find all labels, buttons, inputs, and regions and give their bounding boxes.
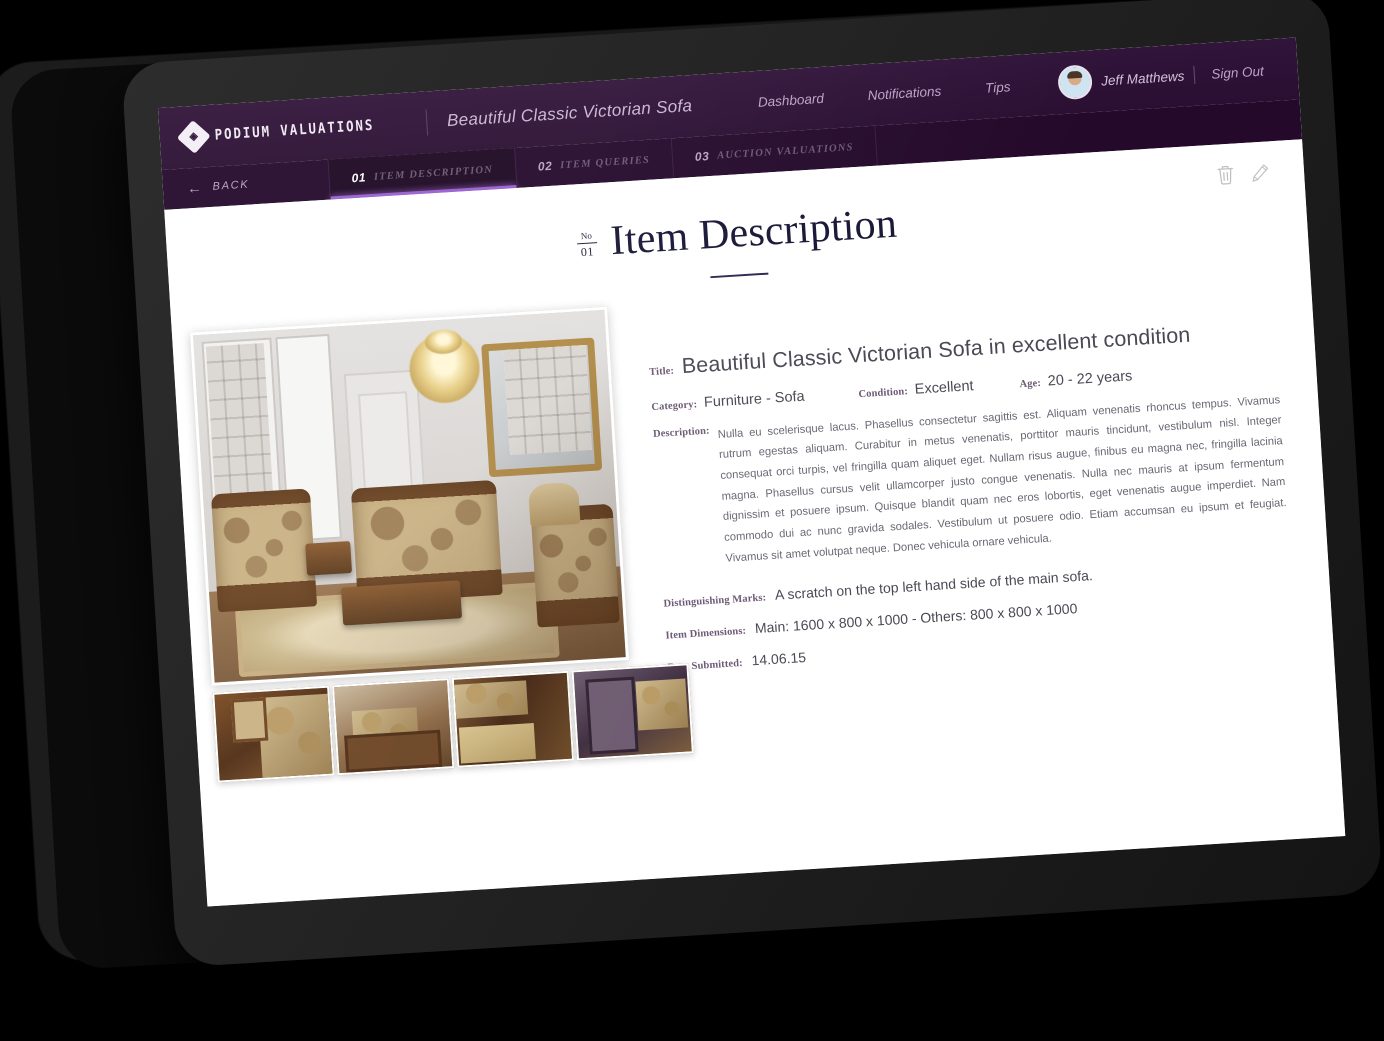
thumbnail-2[interactable] [331,677,455,775]
hero-scene [193,309,626,683]
page-number-badge: No 01 [576,227,598,260]
item-details: Title: Beautiful Classic Victorian Sofa … [619,263,1338,756]
field-dimensions-value: Main: 1600 x 800 x 1000 - Others: 800 x … [754,599,1078,636]
back-button-label: BACK [212,178,250,193]
tab-number: 03 [694,149,710,164]
field-category: Category: Furniture - Sofa [651,388,805,413]
field-condition-value: Excellent [914,377,975,398]
field-marks-label: Distinguishing Marks: [663,591,767,610]
thumbnail-strip [212,662,694,783]
tab-label: AUCTION VALUATIONS [716,141,854,162]
page-body: No 01 Item Description Title: Beautiful … [164,139,1346,907]
tab-number: 01 [351,170,367,186]
screenshot-stage: ◈ PODIUM VALUATIONS Beautiful Classic Vi… [0,0,1384,1041]
tab-label: ITEM DESCRIPTION [373,163,494,183]
field-age: Age: 20 - 22 years [1019,368,1133,391]
user-name[interactable]: Jeff Matthews [1092,67,1195,88]
nav-dashboard[interactable]: Dashboard [735,89,846,111]
field-category-label: Category: [651,398,698,413]
meta-spacer [974,387,1020,390]
nav-tips[interactable]: Tips [963,77,1033,96]
thumbnail-4[interactable] [571,662,694,760]
gallery [172,305,694,783]
brand-name: PODIUM VALUATIONS [214,117,375,144]
field-dimensions-label: Item Dimensions: [665,625,747,642]
page-title: Item Description [609,200,899,265]
pencil-icon[interactable] [1250,161,1270,183]
diamond-logo-icon: ◈ [176,119,211,154]
thumbnail-3[interactable] [451,670,575,768]
field-description-value: Nulla eu scelerisque lacus. Phasellus co… [717,393,1287,565]
tablet-screen: ◈ PODIUM VALUATIONS Beautiful Classic Vi… [157,37,1346,907]
field-age-label: Age: [1019,377,1042,390]
field-description: Description: Nulla eu scelerisque lacus.… [653,390,1289,574]
header-divider [425,109,428,136]
nav-notifications[interactable]: Notifications [845,82,963,104]
tab-label: ITEM QUERIES [559,154,651,171]
sign-out-link[interactable]: Sign Out [1195,62,1276,82]
numero-value: 01 [580,244,595,260]
tab-number: 02 [537,158,553,174]
thumbnail-1[interactable] [212,685,335,783]
header-item-title: Beautiful Classic Victorian Sofa [446,96,693,131]
logo-glyph: ◈ [189,130,198,143]
numero-prefix: No [580,230,593,242]
trash-icon[interactable] [1215,164,1235,186]
field-condition-label: Condition: [858,385,909,400]
tablet-device: ◈ PODIUM VALUATIONS Beautiful Classic Vi… [121,0,1383,968]
field-category-value: Furniture - Sofa [703,388,806,411]
page-content: Title: Beautiful Classic Victorian Sofa … [171,241,1338,784]
field-marks-value: A scratch on the top left hand side of t… [774,566,1094,603]
field-description-label: Description: [652,425,710,440]
field-condition: Condition: Excellent [858,378,974,401]
meta-spacer [805,397,859,400]
avatar[interactable] [1057,64,1094,101]
page-action-bar [1215,161,1270,185]
hero-image[interactable] [189,306,629,686]
field-age-value: 20 - 22 years [1047,367,1133,390]
field-title-label: Title: [648,365,675,378]
brand-logo[interactable]: ◈ PODIUM VALUATIONS [176,112,401,154]
arrow-left-icon: ← [186,178,205,197]
field-date-value: 14.06.15 [751,648,807,668]
